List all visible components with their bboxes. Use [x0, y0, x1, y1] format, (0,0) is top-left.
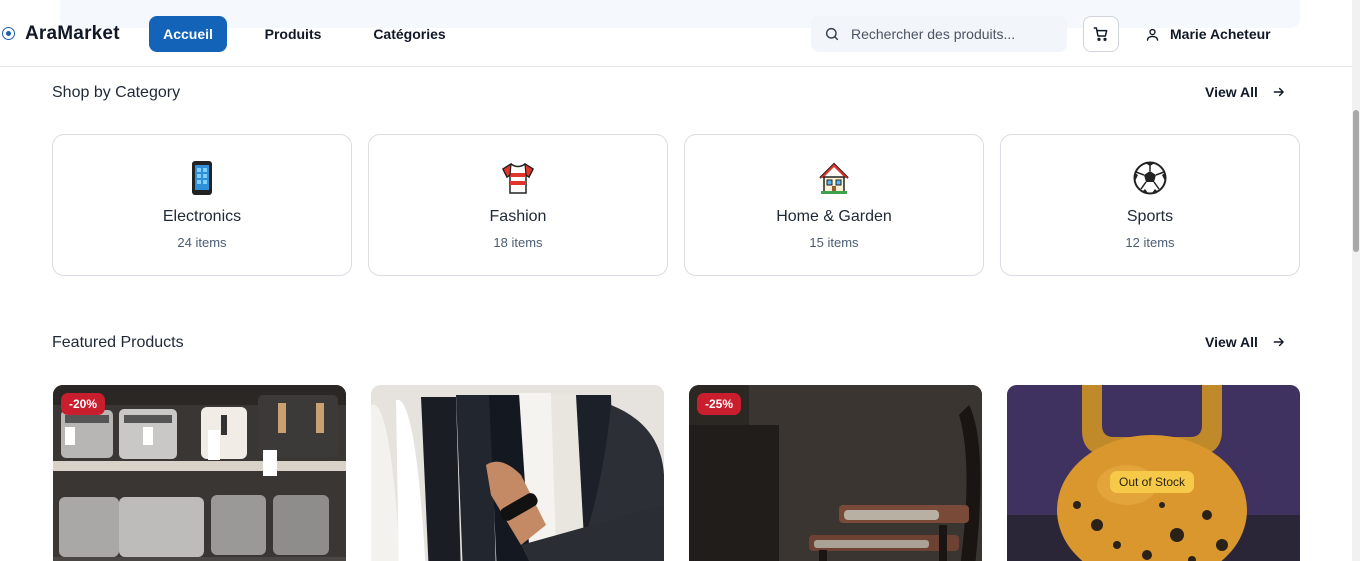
category-name: Sports — [1126, 208, 1174, 225]
category-count: 18 items — [493, 235, 543, 250]
discount-badge: -20% — [61, 393, 106, 415]
house-icon — [685, 160, 983, 196]
categories-view-all-link[interactable]: View All — [1205, 84, 1286, 100]
logo-icon — [2, 27, 15, 40]
category-card-sports[interactable]: Sports 12 items — [1000, 134, 1300, 276]
user-menu[interactable]: Marie Acheteur — [1145, 16, 1271, 52]
category-card-electronics[interactable]: Electronics 24 items — [52, 134, 352, 276]
nav-categories[interactable]: Catégories — [362, 16, 457, 52]
category-card-home-garden[interactable]: Home & Garden 15 items — [684, 134, 984, 276]
category-count: 12 items — [1125, 235, 1175, 250]
user-name: Marie Acheteur — [1170, 26, 1271, 42]
product-card[interactable]: -25% — [689, 385, 982, 561]
featured-title: Featured Products — [52, 334, 184, 351]
featured-view-all-link[interactable]: View All — [1205, 334, 1286, 350]
search-icon — [825, 27, 839, 41]
category-count: 24 items — [177, 235, 227, 250]
nav-accueil[interactable]: Accueil — [149, 16, 227, 52]
product-card[interactable]: -20% — [53, 385, 346, 561]
search-bar — [811, 16, 1067, 52]
search-input[interactable] — [851, 16, 1056, 52]
scrollbar-thumb[interactable] — [1353, 110, 1359, 252]
product-card[interactable] — [371, 385, 664, 561]
soccer-ball-icon — [1001, 160, 1299, 196]
categories-title: Shop by Category — [52, 84, 181, 101]
category-name: Home & Garden — [776, 208, 892, 225]
arrow-right-icon — [1273, 87, 1284, 97]
top-header: AraMarket Accueil Produits Catégories Ma… — [0, 0, 1352, 67]
mobile-phone-icon — [53, 160, 351, 196]
cart-button[interactable] — [1083, 16, 1119, 52]
discount-badge: -25% — [697, 393, 742, 415]
out-of-stock-badge: Out of Stock — [1110, 471, 1195, 493]
category-card-fashion[interactable]: Fashion 18 items — [368, 134, 668, 276]
category-count: 15 items — [809, 235, 859, 250]
nav-produits[interactable]: Produits — [253, 16, 333, 52]
logo-text[interactable]: AraMarket — [25, 23, 120, 45]
user-icon — [1146, 28, 1159, 41]
page-scrollbar[interactable] — [1352, 0, 1360, 561]
arrow-right-icon — [1273, 337, 1284, 347]
category-name: Fashion — [489, 208, 547, 225]
category-name: Electronics — [162, 208, 242, 225]
view-all-label: View All — [1205, 334, 1258, 350]
shirt-icon — [369, 160, 667, 196]
view-all-label: View All — [1205, 84, 1258, 100]
product-card[interactable]: Out of Stock — [1007, 385, 1300, 561]
product-image-clothes-rack — [371, 385, 664, 561]
cart-icon — [1093, 27, 1108, 41]
